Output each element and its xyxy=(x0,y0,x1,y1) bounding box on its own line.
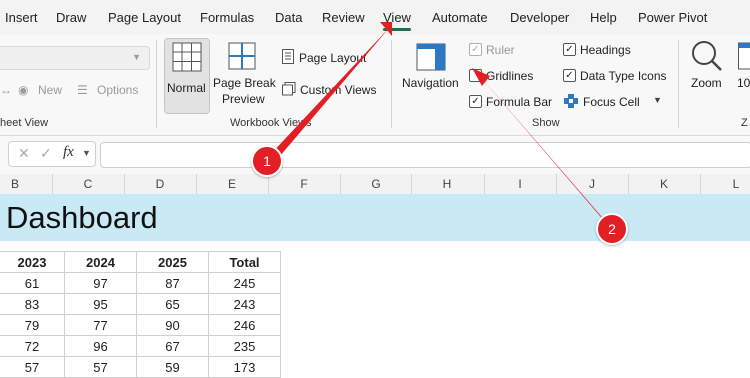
arrow-to-gridlines xyxy=(478,74,614,231)
annotation-badge-2: 2 xyxy=(596,213,628,245)
annotation-arrows xyxy=(0,0,750,360)
arrow-to-view-tab xyxy=(268,27,390,163)
arrow-head-icon xyxy=(472,68,490,86)
arrow-head-icon xyxy=(380,22,392,36)
annotation-badge-1: 1 xyxy=(251,145,283,177)
